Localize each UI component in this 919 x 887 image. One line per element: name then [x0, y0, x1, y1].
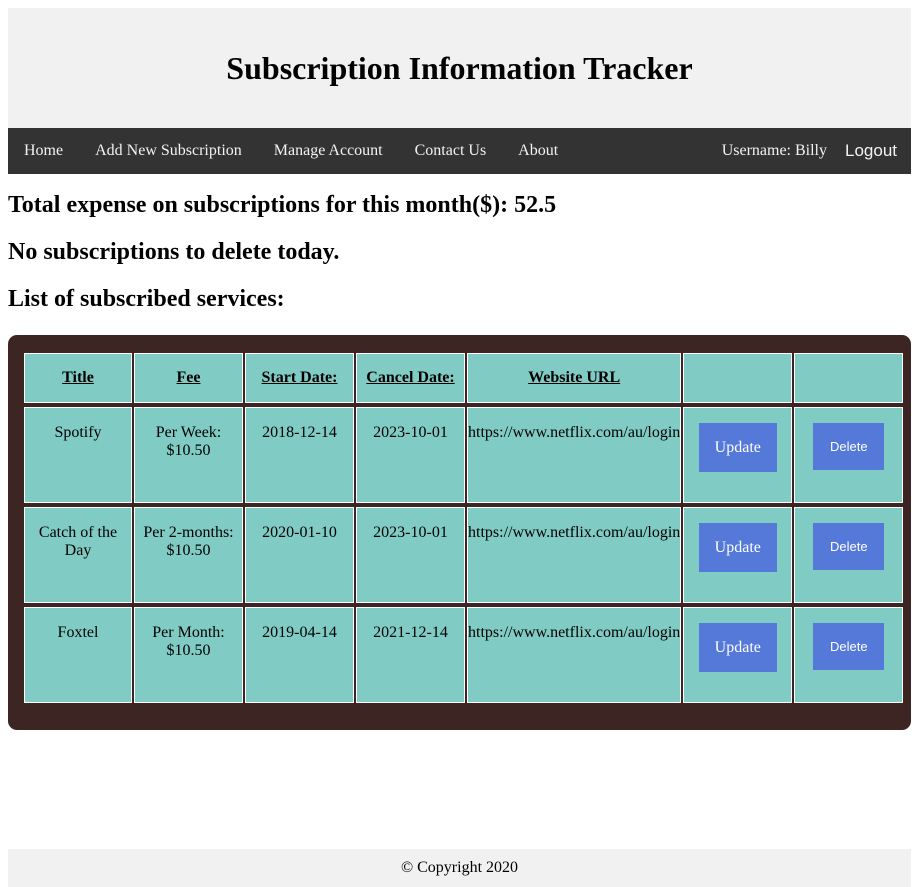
cell-fee: Per Week: $10.50 [134, 407, 243, 503]
cell-website-url: https://www.netflix.com/au/login [467, 407, 682, 503]
column-header-cancel-date: Cancel Date: [356, 353, 465, 403]
cell-website-url: https://www.netflix.com/au/login [467, 607, 682, 703]
fee-amount: $10.50 [166, 642, 211, 659]
cell-cancel-date: 2023-10-01 [356, 407, 465, 503]
copyright-text: © Copyright 2020 [400, 859, 519, 876]
page-header: Subscription Information Tracker [8, 8, 911, 128]
cell-fee: Per 2-months: $10.50 [134, 507, 243, 603]
subscriptions-table-container: Title Fee Start Date: Cancel Date: Websi… [8, 335, 911, 730]
fee-period: Per 2-months: [143, 524, 234, 541]
fee-amount: $10.50 [166, 542, 211, 559]
column-header-delete [794, 353, 904, 403]
column-header-fee: Fee [134, 353, 243, 403]
subscriptions-table: Title Fee Start Date: Cancel Date: Websi… [22, 349, 905, 707]
website-url-text: https://www.netflix.com/au/login [468, 424, 681, 441]
cell-update: Update [683, 607, 793, 703]
total-expense-heading: Total expense on subscriptions for this … [8, 192, 557, 218]
cell-title: Foxtel [24, 607, 132, 703]
cell-cancel-date: 2021-12-14 [356, 607, 465, 703]
title-text: Catch of the Day [38, 524, 118, 559]
page: Subscription Information Tracker Home Ad… [0, 0, 919, 887]
page-title: Subscription Information Tracker [226, 49, 693, 86]
column-header-start-date: Start Date: [245, 353, 354, 403]
column-header-title: Title [24, 353, 132, 403]
website-url-text: https://www.netflix.com/au/login [468, 624, 681, 641]
fee-text: Per 2-months: $10.50 [135, 508, 242, 560]
cell-title: Catch of the Day [24, 507, 132, 603]
cell-fee: Per Month: $10.50 [134, 607, 243, 703]
start-date-text: 2018-12-14 [262, 424, 337, 441]
website-url-text: https://www.netflix.com/au/login [468, 524, 681, 541]
nav-contact-link[interactable]: Contact Us [399, 128, 503, 174]
cancel-date-text: 2023-10-01 [373, 524, 448, 541]
cancel-date-text: 2023-10-01 [373, 424, 448, 441]
title-text: Spotify [54, 424, 102, 441]
cell-delete: Delete [794, 407, 904, 503]
update-button[interactable]: Update [698, 423, 777, 472]
cancel-date-text: 2021-12-14 [373, 624, 448, 641]
update-button[interactable]: Update [698, 523, 777, 572]
cell-website-url: https://www.netflix.com/au/login [467, 507, 682, 603]
cell-start-date: 2018-12-14 [245, 407, 354, 503]
nav-add-subscription-link[interactable]: Add New Subscription [79, 128, 258, 174]
cell-cancel-date: 2023-10-01 [356, 507, 465, 603]
column-header-website-url: Website URL [467, 353, 682, 403]
top-navbar: Home Add New Subscription Manage Account… [8, 128, 911, 174]
fee-period: Per Week: [155, 424, 222, 441]
cell-delete: Delete [794, 607, 904, 703]
table-header-row: Title Fee Start Date: Cancel Date: Websi… [24, 353, 904, 403]
delete-notice-heading: No subscriptions to delete today. [8, 239, 340, 265]
cell-update: Update [683, 507, 793, 603]
nav-home-link[interactable]: Home [8, 128, 79, 174]
username-label: Username: Billy [721, 142, 827, 159]
update-button[interactable]: Update [698, 623, 777, 672]
table-row: Catch of the Day Per 2-months: $10.50 202… [24, 507, 904, 603]
fee-amount: $10.50 [166, 442, 211, 459]
cell-delete: Delete [794, 507, 904, 603]
nav-manage-account-link[interactable]: Manage Account [258, 128, 399, 174]
fee-text: Per Week: $10.50 [135, 408, 242, 460]
table-row: Spotify Per Week: $10.50 2018-12-14 2023-… [24, 407, 904, 503]
cell-update: Update [683, 407, 793, 503]
nav-about-link[interactable]: About [502, 128, 574, 174]
column-header-update [683, 353, 793, 403]
logout-link[interactable]: Logout [845, 141, 911, 161]
cell-title: Spotify [24, 407, 132, 503]
start-date-text: 2019-04-14 [262, 624, 337, 641]
fee-text: Per Month: $10.50 [135, 608, 242, 660]
subscription-list-heading: List of subscribed services: [8, 286, 285, 312]
delete-button[interactable]: Delete [813, 523, 885, 570]
delete-button[interactable]: Delete [813, 623, 885, 670]
table-row: Foxtel Per Month: $10.50 2019-04-14 2021-… [24, 607, 904, 703]
fee-period: Per Month: [152, 624, 225, 641]
start-date-text: 2020-01-10 [262, 524, 337, 541]
page-footer: © Copyright 2020 [8, 849, 911, 887]
delete-button[interactable]: Delete [813, 423, 885, 470]
cell-start-date: 2020-01-10 [245, 507, 354, 603]
title-text: Foxtel [57, 624, 99, 641]
cell-start-date: 2019-04-14 [245, 607, 354, 703]
nav-user-area: Username: Billy Logout [722, 141, 911, 161]
